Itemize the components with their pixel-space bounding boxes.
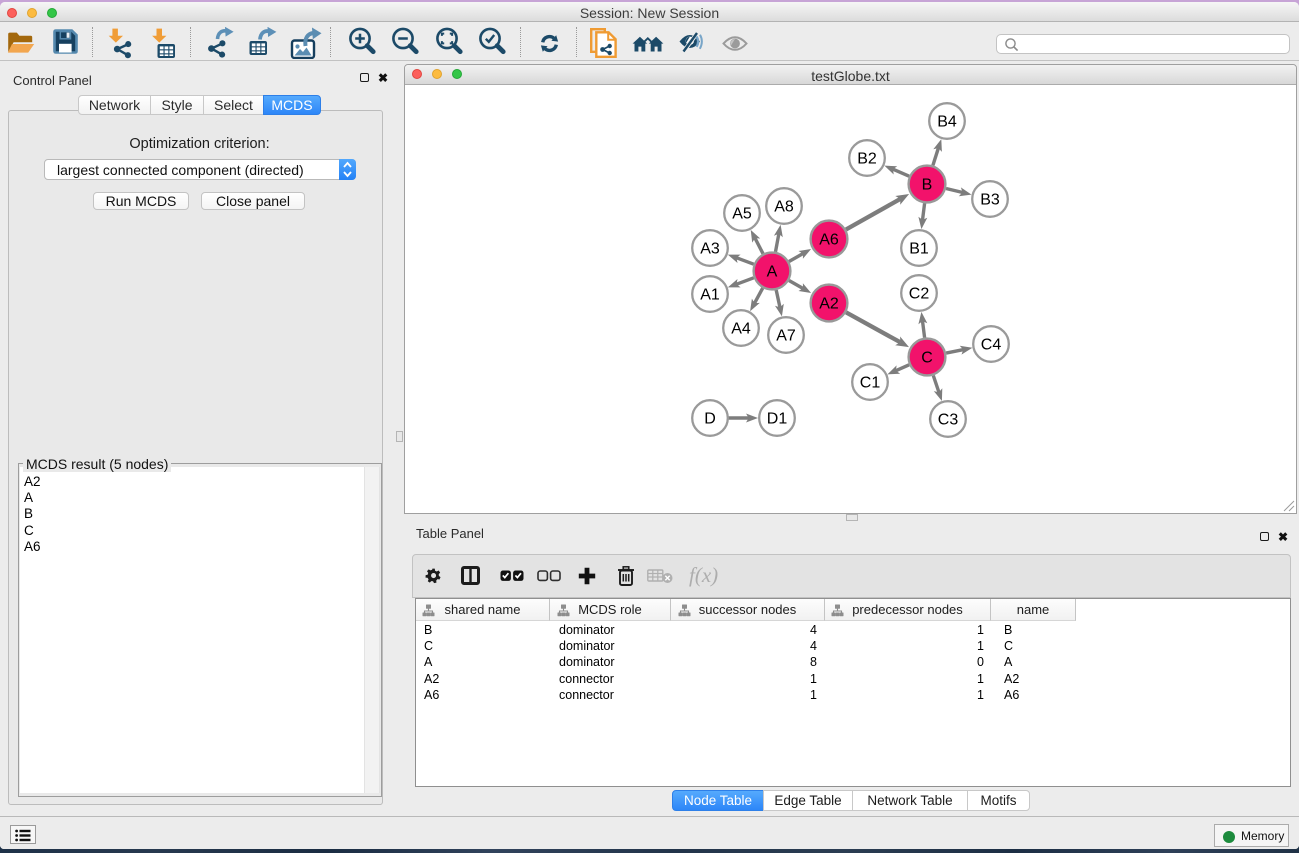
svg-text:C4: C4 xyxy=(981,337,1002,354)
svg-text:A5: A5 xyxy=(732,206,752,223)
svg-text:A: A xyxy=(767,264,778,281)
svg-text:A2: A2 xyxy=(819,296,839,313)
svg-text:B1: B1 xyxy=(909,241,929,258)
svg-text:C1: C1 xyxy=(860,375,881,392)
svg-text:A7: A7 xyxy=(776,328,796,345)
svg-text:B2: B2 xyxy=(857,151,877,168)
svg-text:A1: A1 xyxy=(700,287,720,304)
svg-text:B4: B4 xyxy=(937,114,957,131)
svg-text:A4: A4 xyxy=(731,321,751,338)
svg-text:B: B xyxy=(922,177,933,194)
svg-text:C: C xyxy=(921,350,933,367)
svg-text:A6: A6 xyxy=(819,232,839,249)
svg-text:C3: C3 xyxy=(938,412,959,429)
svg-text:A3: A3 xyxy=(700,241,720,258)
svg-text:C2: C2 xyxy=(909,286,930,303)
svg-text:B3: B3 xyxy=(980,192,1000,209)
svg-text:D: D xyxy=(704,411,716,428)
svg-text:D1: D1 xyxy=(767,411,788,428)
svg-text:A8: A8 xyxy=(774,199,794,216)
